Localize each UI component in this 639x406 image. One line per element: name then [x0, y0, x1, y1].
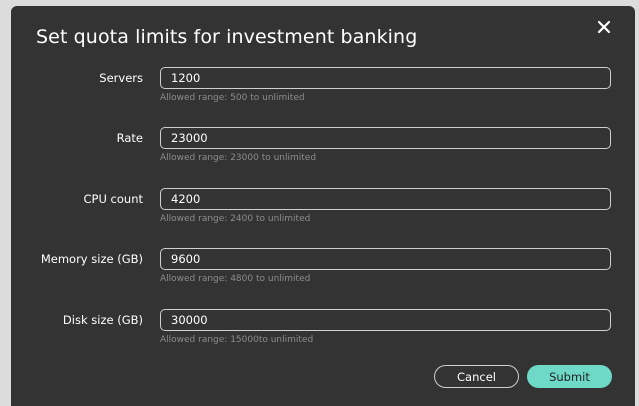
disk-size-input[interactable] — [160, 309, 611, 331]
memory-size-input[interactable] — [160, 248, 611, 270]
quota-dialog: Set quota limits for investment banking … — [11, 6, 635, 406]
submit-button[interactable]: Submit — [527, 365, 612, 388]
cpu-count-label: CPU count — [83, 192, 143, 206]
cpu-count-input[interactable] — [160, 188, 611, 210]
memory-size-hint: Allowed range: 4800 to unlimited — [160, 274, 311, 284]
rate-label: Rate — [116, 131, 143, 145]
dialog-title: Set quota limits for investment banking — [36, 26, 418, 48]
rate-row: Rate Allowed range: 23000 to unlimited — [11, 127, 635, 177]
memory-size-row: Memory size (GB) Allowed range: 4800 to … — [11, 248, 635, 298]
servers-label: Servers — [99, 71, 143, 85]
disk-size-label: Disk size (GB) — [62, 313, 143, 327]
cpu-count-hint: Allowed range: 2400 to unlimited — [160, 214, 311, 224]
cancel-button[interactable]: Cancel — [434, 365, 519, 388]
close-icon — [597, 20, 611, 34]
memory-size-label: Memory size (GB) — [40, 252, 143, 266]
close-button[interactable] — [593, 16, 615, 38]
servers-row: Servers Allowed range: 500 to unlimited — [11, 67, 635, 117]
disk-size-hint: Allowed range: 15000to unlimited — [160, 335, 314, 345]
servers-input[interactable] — [160, 67, 611, 89]
cpu-count-row: CPU count Allowed range: 2400 to unlimit… — [11, 188, 635, 238]
rate-hint: Allowed range: 23000 to unlimited — [160, 153, 317, 163]
rate-input[interactable] — [160, 127, 611, 149]
servers-hint: Allowed range: 500 to unlimited — [160, 93, 305, 103]
disk-size-row: Disk size (GB) Allowed range: 15000to un… — [11, 309, 635, 359]
